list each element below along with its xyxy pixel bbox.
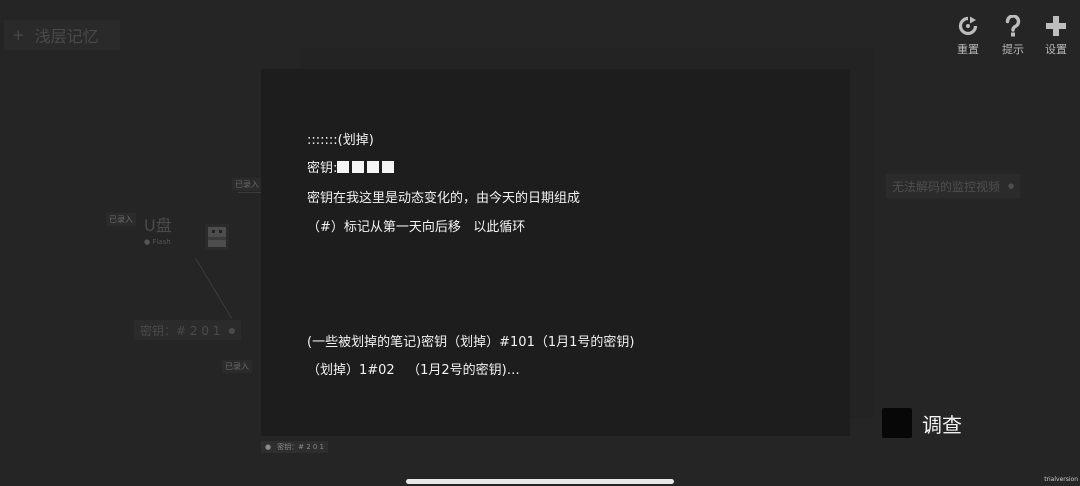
note-modal[interactable]: :::::::(划掉) 密钥: 密钥在我这里是动态变化的，由今天的日期组成 （#… — [261, 69, 850, 436]
add-icon: + — [12, 26, 25, 44]
recorded-tag: 已录入 — [222, 360, 252, 373]
password-node-code: # 2 0 1 — [176, 323, 221, 338]
usb-drive-icon[interactable] — [205, 224, 229, 250]
memory-tab-label: 浅层记忆 — [34, 27, 99, 46]
redacted-block — [382, 161, 395, 173]
note-line-3: 密钥在我这里是动态变化的，由今天的日期组成 — [307, 191, 581, 206]
settings-button[interactable]: 设置 — [1036, 14, 1076, 57]
reset-button[interactable]: 重置 — [948, 14, 988, 57]
home-indicator[interactable] — [406, 479, 674, 484]
surveillance-video-label: 无法解码的监控视频 — [892, 179, 1001, 194]
question-icon — [1005, 14, 1021, 38]
refresh-icon — [958, 14, 978, 38]
watermark: trialversion — [1044, 476, 1078, 483]
settings-label: 设置 — [1045, 43, 1067, 56]
recorded-tag: 已录入 — [106, 213, 136, 226]
investigate-label: 调查 — [922, 412, 962, 437]
hint-button[interactable]: 提示 — [993, 14, 1033, 57]
dot-icon: ● — [228, 325, 236, 335]
plus-icon — [1046, 14, 1066, 38]
password-tag-text: 密钥：# 2 0 1 — [277, 443, 325, 451]
investigate-button[interactable]: 调查 — [882, 408, 962, 438]
usb-node-subtitle: ● Flash — [144, 238, 171, 246]
redacted-block — [352, 161, 365, 173]
password-node[interactable]: 密钥：# 2 0 1 ● — [134, 320, 242, 340]
hint-label: 提示 — [1002, 43, 1024, 56]
investigate-icon — [882, 408, 912, 438]
note-line-5: (一些被划掉的笔记)密钥（划掉）#101（1月1号的密钥) — [307, 335, 635, 350]
surveillance-video-node[interactable]: 无法解码的监控视频 ● — [886, 174, 1021, 198]
redacted-block — [367, 161, 380, 173]
note-line-4: （#）标记从第一天向后移 以此循环 — [307, 220, 526, 235]
note-line-2: 密钥: — [307, 157, 397, 176]
redacted-block — [337, 161, 350, 173]
memory-tab[interactable]: + 浅层记忆 — [4, 20, 120, 50]
usb-node-title[interactable]: U盘 — [144, 212, 172, 236]
dot-icon: ● — [1008, 182, 1015, 190]
note-line-2-prefix: 密钥: — [307, 161, 338, 176]
password-node-label: 密钥： — [140, 323, 177, 338]
connector-line — [195, 258, 233, 319]
reset-label: 重置 — [957, 43, 979, 56]
note-line-6: （划掉）1#02 （1月2号的密钥)… — [307, 363, 520, 378]
recorded-tag: 已录入 — [232, 178, 262, 191]
dot-icon: ● — [265, 443, 272, 451]
password-tag[interactable]: ● 密钥：# 2 0 1 — [261, 441, 329, 453]
note-line-1: :::::::(划掉) — [307, 133, 374, 148]
